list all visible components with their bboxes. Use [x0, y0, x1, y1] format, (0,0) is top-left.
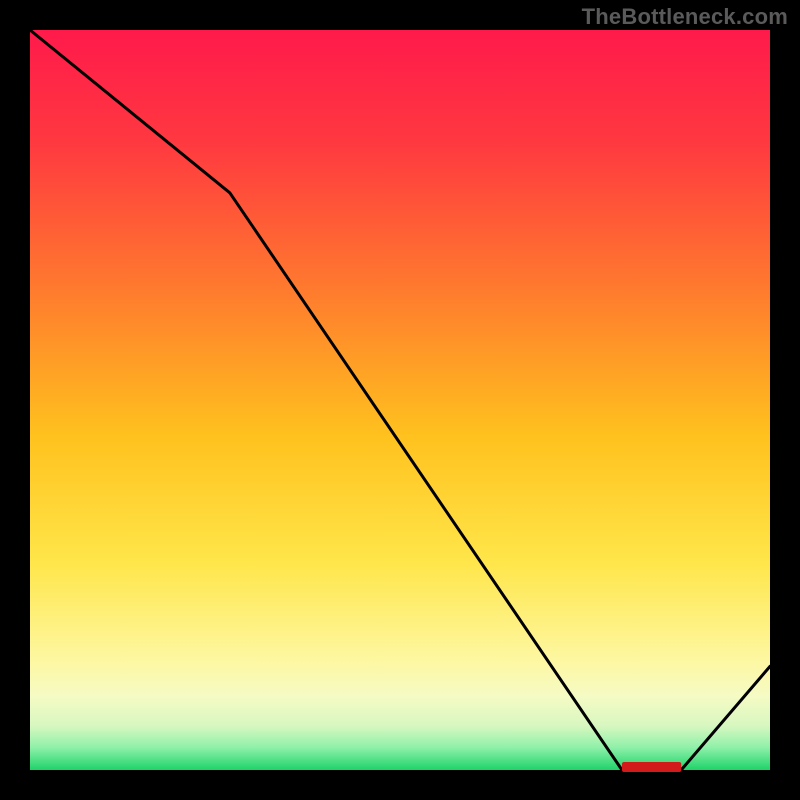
- gradient-fill: [30, 30, 770, 770]
- annotation-bar: [622, 762, 681, 772]
- bottleneck-chart: [0, 0, 800, 800]
- watermark-text: TheBottleneck.com: [582, 4, 788, 30]
- chart-container: { "watermark": "TheBottleneck.com", "cha…: [0, 0, 800, 800]
